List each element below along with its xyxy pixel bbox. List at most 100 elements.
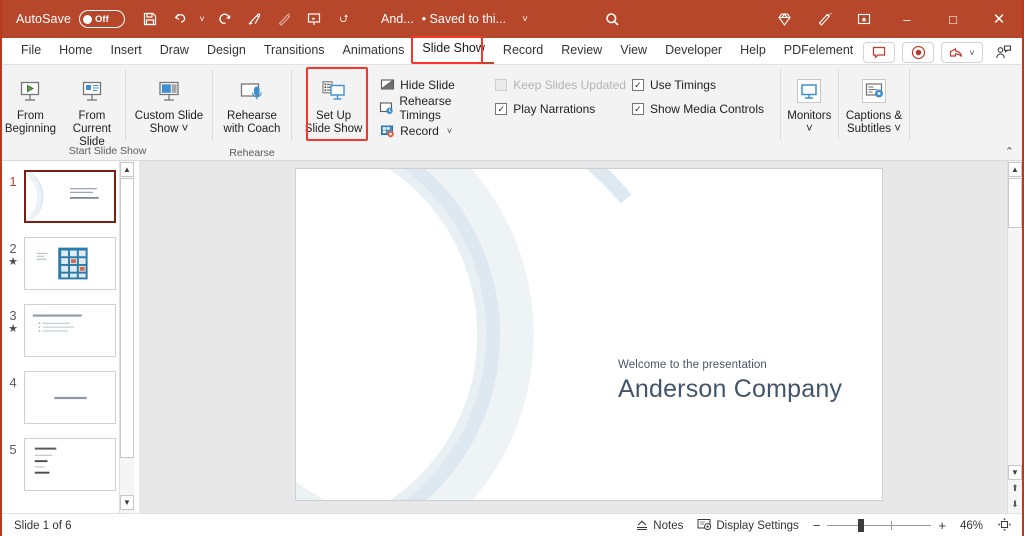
custom-slide-show-button[interactable]: Custom Slide Show ˅ (126, 69, 212, 136)
redo-icon[interactable] (209, 4, 239, 34)
thumbnail-scrollbar-thumb[interactable] (120, 178, 134, 458)
slide-text-block[interactable]: Welcome to the presentation Anderson Com… (618, 359, 842, 404)
restore-window-icon[interactable] (844, 4, 884, 34)
slide-thumbnail-pane: 1 2 ★ 3 ★ 4 5 ▲ ▼ (2, 161, 135, 513)
thumbnail-3-frame[interactable] (24, 304, 116, 357)
autosave-toggle-knob (83, 14, 93, 24)
save-icon[interactable] (135, 4, 165, 34)
slide-scroll-down-button[interactable]: ▼ (1008, 465, 1022, 480)
minimize-button[interactable]: – (884, 0, 930, 38)
previous-slide-button[interactable]: ⬆ (1008, 480, 1022, 496)
comment-icon[interactable] (863, 42, 895, 63)
checkbox-keep-slides-updated[interactable]: Keep Slides Updated (495, 78, 632, 92)
start-presentation-icon[interactable] (299, 4, 329, 34)
thumbnail-slide-5[interactable]: 5 (2, 435, 135, 501)
zoom-slider-track[interactable] (827, 519, 932, 532)
monitors-button[interactable]: Monitors ˅ (781, 69, 838, 136)
checkbox-use-timings[interactable]: ✓ Use Timings (631, 78, 780, 92)
hide-slide-button[interactable]: Hide Slide (375, 75, 495, 95)
thumbnail-slide-1[interactable]: 1 (2, 167, 135, 233)
thumbnail-2-frame[interactable] (24, 237, 116, 290)
autosave-toggle[interactable]: Off (79, 10, 126, 28)
tab-view[interactable]: View (611, 39, 656, 64)
monitors-label-line1: Monitors (787, 110, 832, 122)
share-button[interactable]: ˅ (941, 42, 983, 63)
record-circle-icon[interactable] (902, 42, 934, 63)
from-current-slide-button[interactable]: From Current Slide (59, 69, 125, 149)
keep-slides-updated-box (495, 79, 508, 91)
close-button[interactable]: ✕ (976, 0, 1022, 38)
record-chevron-icon[interactable]: ˅ (447, 126, 452, 136)
person-share-icon[interactable] (990, 42, 1016, 63)
document-name[interactable]: And... (381, 12, 414, 26)
ribbon-group-label-start-slide-show: Start Slide Show (68, 145, 147, 157)
slide-counter[interactable]: Slide 1 of 6 (14, 520, 72, 532)
from-beginning-button[interactable]: From Beginning (2, 69, 59, 136)
zoom-in-button[interactable]: + (938, 518, 946, 533)
rehearse-with-coach-button[interactable]: Rehearse with Coach (213, 69, 291, 136)
document-menu-chevron-icon[interactable]: ˅ (510, 4, 540, 34)
thumbnail-4-frame[interactable] (24, 371, 116, 424)
tab-slide-show[interactable]: Slide Show (413, 37, 494, 64)
tab-animations[interactable]: Animations (334, 39, 414, 64)
slide-background-decoration (296, 169, 882, 500)
next-slide-button[interactable]: ⬇ (1008, 496, 1022, 512)
thumbnail-slide-3[interactable]: 3 ★ (2, 301, 135, 367)
format-painter-icon[interactable] (239, 4, 269, 34)
zoom-slider-thumb[interactable] (858, 519, 865, 532)
thumbnail-scrollbar[interactable]: ▲ ▼ (119, 161, 134, 513)
editing-pen-icon[interactable] (804, 4, 844, 34)
thumbnail-slide-4[interactable]: 4 (2, 368, 135, 434)
record-slideshow-button[interactable]: Record ˅ (375, 121, 495, 141)
tab-help[interactable]: Help (731, 39, 775, 64)
thumbnail-4-number: 4 (9, 375, 17, 390)
undo-dropdown-icon[interactable]: ˅ (195, 4, 209, 34)
ribbon-tab-right-tools: ˅ (863, 42, 1016, 63)
diamond-icon[interactable] (764, 4, 804, 34)
ink-pen-icon[interactable] (269, 4, 299, 34)
tab-record[interactable]: Record (494, 39, 552, 64)
tab-pdfelement[interactable]: PDFelement (775, 39, 862, 64)
slide-scrollbar[interactable]: ▲ ▼ ⬆ ⬇ (1007, 161, 1022, 513)
tab-transitions[interactable]: Transitions (255, 39, 334, 64)
rehearse-timings-button[interactable]: Rehearse Timings (375, 94, 495, 122)
set-up-checkboxes-left: Keep Slides Updated ✓ Play Narrations (495, 69, 632, 116)
thumbnail-3-number: 3 (9, 308, 17, 323)
set-up-slide-show-button[interactable]: Set Up Slide Show (292, 69, 375, 136)
slide-title[interactable]: Anderson Company (618, 375, 842, 404)
slide-subtitle[interactable]: Welcome to the presentation (618, 359, 842, 371)
tab-file[interactable]: File (12, 39, 50, 64)
animation-star-icon-2: ★ (8, 256, 18, 268)
thumbnail-slide-2[interactable]: 2 ★ (2, 234, 135, 300)
monitors-label-line2: ˅ (805, 123, 813, 135)
thumbnail-1-frame[interactable] (24, 170, 116, 223)
tab-review[interactable]: Review (552, 39, 611, 64)
tab-home[interactable]: Home (50, 39, 101, 64)
maximize-button[interactable]: □ (930, 0, 976, 38)
checkbox-play-narrations[interactable]: ✓ Play Narrations (495, 102, 632, 116)
fit-to-window-icon[interactable] (997, 517, 1012, 535)
checkbox-show-media-controls[interactable]: ✓ Show Media Controls (631, 102, 780, 116)
thumbnail-scroll-up-button[interactable]: ▲ (120, 162, 134, 177)
notes-button[interactable]: Notes (635, 518, 683, 534)
thumbnail-scroll-down-button[interactable]: ▼ (120, 495, 134, 510)
show-media-controls-label: Show Media Controls (649, 102, 765, 116)
display-settings-label: Display Settings (716, 519, 799, 532)
tab-design[interactable]: Design (198, 39, 255, 64)
zoom-out-button[interactable]: − (813, 518, 821, 533)
save-status[interactable]: • Saved to thi... (422, 12, 506, 26)
slide-scroll-up-button[interactable]: ▲ (1008, 162, 1022, 177)
slide-scrollbar-thumb[interactable] (1008, 178, 1022, 228)
zoom-percent[interactable]: 46% (953, 520, 983, 532)
collapse-ribbon-button[interactable]: ⌃ (1005, 145, 1014, 158)
current-slide[interactable]: Welcome to the presentation Anderson Com… (296, 169, 882, 500)
tab-developer[interactable]: Developer (656, 39, 731, 64)
captions-subtitles-button[interactable]: Captions & Subtitles ˅ (839, 69, 909, 136)
search-icon[interactable] (598, 4, 628, 34)
tab-insert[interactable]: Insert (102, 39, 151, 64)
display-settings-button[interactable]: Display Settings (697, 518, 799, 534)
tab-draw[interactable]: Draw (151, 39, 198, 64)
customize-quick-access-icon[interactable]: ⮍ (329, 4, 359, 34)
thumbnail-5-frame[interactable] (24, 438, 116, 491)
undo-icon[interactable] (165, 4, 195, 34)
